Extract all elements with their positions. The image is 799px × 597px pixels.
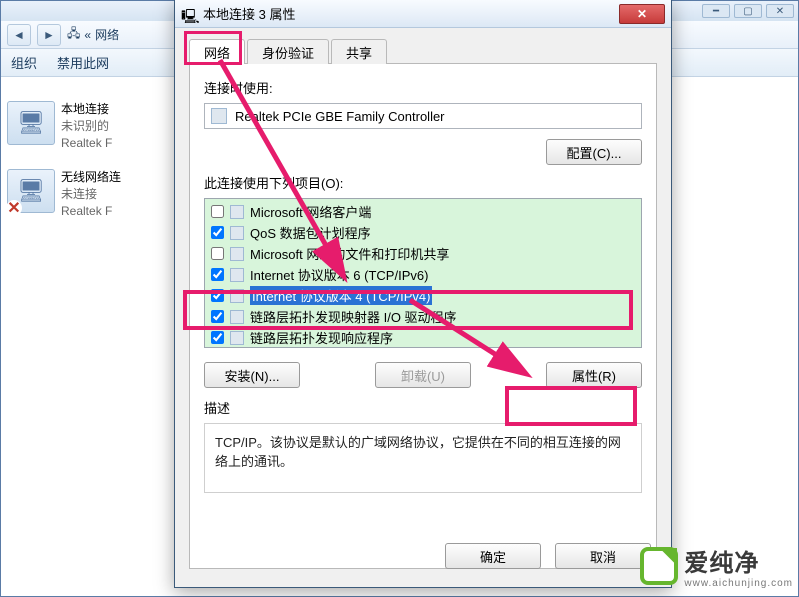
item-checkbox[interactable] bbox=[211, 331, 224, 344]
watermark-logo: 爱纯净 www.aichunjing.com bbox=[640, 543, 793, 589]
protocol-icon bbox=[230, 205, 244, 219]
close-button[interactable]: ✕ bbox=[766, 4, 794, 18]
nav-forward-button[interactable]: ► bbox=[37, 24, 61, 46]
nav-back-button[interactable]: ◄ bbox=[7, 24, 31, 46]
connection-device: Realtek F bbox=[61, 203, 121, 220]
network-item-row[interactable]: Microsoft 网络的文件和打印机共享 bbox=[207, 243, 639, 264]
logo-subtext: www.aichunjing.com bbox=[684, 578, 793, 589]
item-button-row: 安装(N)... 卸载(U) 属性(R) bbox=[204, 362, 642, 388]
network-item-row[interactable]: Internet 协议版本 4 (TCP/IPv4) bbox=[207, 285, 639, 306]
tab-auth[interactable]: 身份验证 bbox=[247, 39, 329, 64]
connection-device: Realtek F bbox=[61, 135, 112, 152]
adapter-field[interactable]: Realtek PCIe GBE Family Controller bbox=[204, 103, 642, 129]
items-label: 此连接使用下列项目(O): bbox=[204, 173, 642, 192]
description-group: 描述 TCP/IP。该协议是默认的广域网络协议，它提供在不同的相互连接的网络上的… bbox=[204, 398, 642, 493]
item-label: QoS 数据包计划程序 bbox=[250, 223, 371, 242]
connection-text: 本地连接 未识别的 Realtek F bbox=[61, 101, 112, 151]
tab-share[interactable]: 共享 bbox=[331, 39, 387, 64]
item-checkbox[interactable] bbox=[211, 205, 224, 218]
dialog-titlebar: 🖳 本地连接 3 属性 ✕ bbox=[175, 0, 671, 28]
item-label: Internet 协议版本 4 (TCP/IPv4) bbox=[250, 286, 432, 305]
properties-dialog: 🖳 本地连接 3 属性 ✕ 网络 身份验证 共享 连接时使用: Realtek … bbox=[174, 0, 672, 588]
install-button[interactable]: 安装(N)... bbox=[204, 362, 300, 388]
dialog-footer: 确定 取消 bbox=[445, 543, 651, 569]
minimize-button[interactable]: ━ bbox=[702, 4, 730, 18]
tab-bar: 网络 身份验证 共享 bbox=[189, 38, 657, 64]
connection-icon: 🖥 bbox=[7, 101, 55, 145]
protocol-icon bbox=[230, 268, 244, 282]
item-label: Internet 协议版本 6 (TCP/IPv6) bbox=[250, 265, 428, 284]
items-listbox[interactable]: Microsoft 网络客户端 QoS 数据包计划程序 Microsoft 网络… bbox=[204, 198, 642, 348]
protocol-icon bbox=[230, 310, 244, 324]
description-text: TCP/IP。该协议是默认的广域网络协议，它提供在不同的相互连接的网络上的通讯。 bbox=[204, 423, 642, 493]
connect-using-label: 连接时使用: bbox=[204, 78, 642, 97]
item-checkbox[interactable] bbox=[211, 268, 224, 281]
adapter-name: Realtek PCIe GBE Family Controller bbox=[235, 109, 445, 124]
item-label: Microsoft 网络客户端 bbox=[250, 202, 371, 221]
network-icon: 🖧 bbox=[67, 24, 80, 45]
item-checkbox[interactable] bbox=[211, 247, 224, 260]
item-label: Microsoft 网络的文件和打印机共享 bbox=[250, 244, 449, 263]
network-item-row[interactable]: Internet 协议版本 6 (TCP/IPv6) bbox=[207, 264, 639, 285]
item-checkbox[interactable] bbox=[211, 310, 224, 323]
dialog-title: 本地连接 3 属性 bbox=[203, 4, 613, 23]
protocol-icon bbox=[230, 247, 244, 261]
connection-item[interactable]: 🖥 无线网络连 未连接 Realtek F bbox=[7, 169, 177, 219]
connection-name: 无线网络连 bbox=[61, 169, 121, 186]
network-item-row[interactable]: Microsoft 网络客户端 bbox=[207, 201, 639, 222]
protocol-icon bbox=[230, 331, 244, 345]
network-item-row[interactable]: 链路层拓扑发现响应程序 bbox=[207, 327, 639, 348]
connection-item[interactable]: 🖥 本地连接 未识别的 Realtek F bbox=[7, 101, 177, 151]
description-label: 描述 bbox=[204, 398, 642, 417]
cancel-button[interactable]: 取消 bbox=[555, 543, 651, 569]
tab-panel-network: 连接时使用: Realtek PCIe GBE Family Controlle… bbox=[189, 64, 657, 569]
item-label: 链路层拓扑发现响应程序 bbox=[250, 328, 393, 347]
connection-icon: 🖥 bbox=[7, 169, 55, 213]
connection-status: 未识别的 bbox=[61, 118, 112, 135]
toolbar-disable[interactable]: 禁用此网 bbox=[57, 53, 109, 72]
protocol-icon bbox=[230, 289, 244, 303]
tab-network[interactable]: 网络 bbox=[189, 39, 245, 64]
item-checkbox[interactable] bbox=[211, 226, 224, 239]
logo-badge-icon bbox=[640, 547, 678, 585]
toolbar-organize[interactable]: 组织 bbox=[11, 53, 37, 72]
logo-text: 爱纯净 bbox=[684, 543, 793, 578]
dialog-icon: 🖳 bbox=[181, 6, 197, 22]
item-checkbox[interactable] bbox=[211, 289, 224, 302]
connection-name: 本地连接 bbox=[61, 101, 112, 118]
ok-button[interactable]: 确定 bbox=[445, 543, 541, 569]
dialog-close-button[interactable]: ✕ bbox=[619, 4, 665, 24]
configure-button[interactable]: 配置(C)... bbox=[546, 139, 642, 165]
connection-text: 无线网络连 未连接 Realtek F bbox=[61, 169, 121, 219]
connection-list: 🖥 本地连接 未识别的 Realtek F 🖥 无线网络连 未连接 Realte… bbox=[7, 101, 177, 238]
item-label: 链路层拓扑发现映射器 I/O 驱动程序 bbox=[250, 307, 457, 326]
adapter-icon bbox=[211, 108, 227, 124]
connection-status: 未连接 bbox=[61, 186, 121, 203]
uninstall-button[interactable]: 卸载(U) bbox=[375, 362, 471, 388]
breadcrumb[interactable]: 🖧 « 网络 bbox=[67, 24, 119, 45]
network-item-row[interactable]: QoS 数据包计划程序 bbox=[207, 222, 639, 243]
maximize-button[interactable]: ▢ bbox=[734, 4, 762, 18]
properties-button[interactable]: 属性(R) bbox=[546, 362, 642, 388]
network-item-row[interactable]: 链路层拓扑发现映射器 I/O 驱动程序 bbox=[207, 306, 639, 327]
protocol-icon bbox=[230, 226, 244, 240]
